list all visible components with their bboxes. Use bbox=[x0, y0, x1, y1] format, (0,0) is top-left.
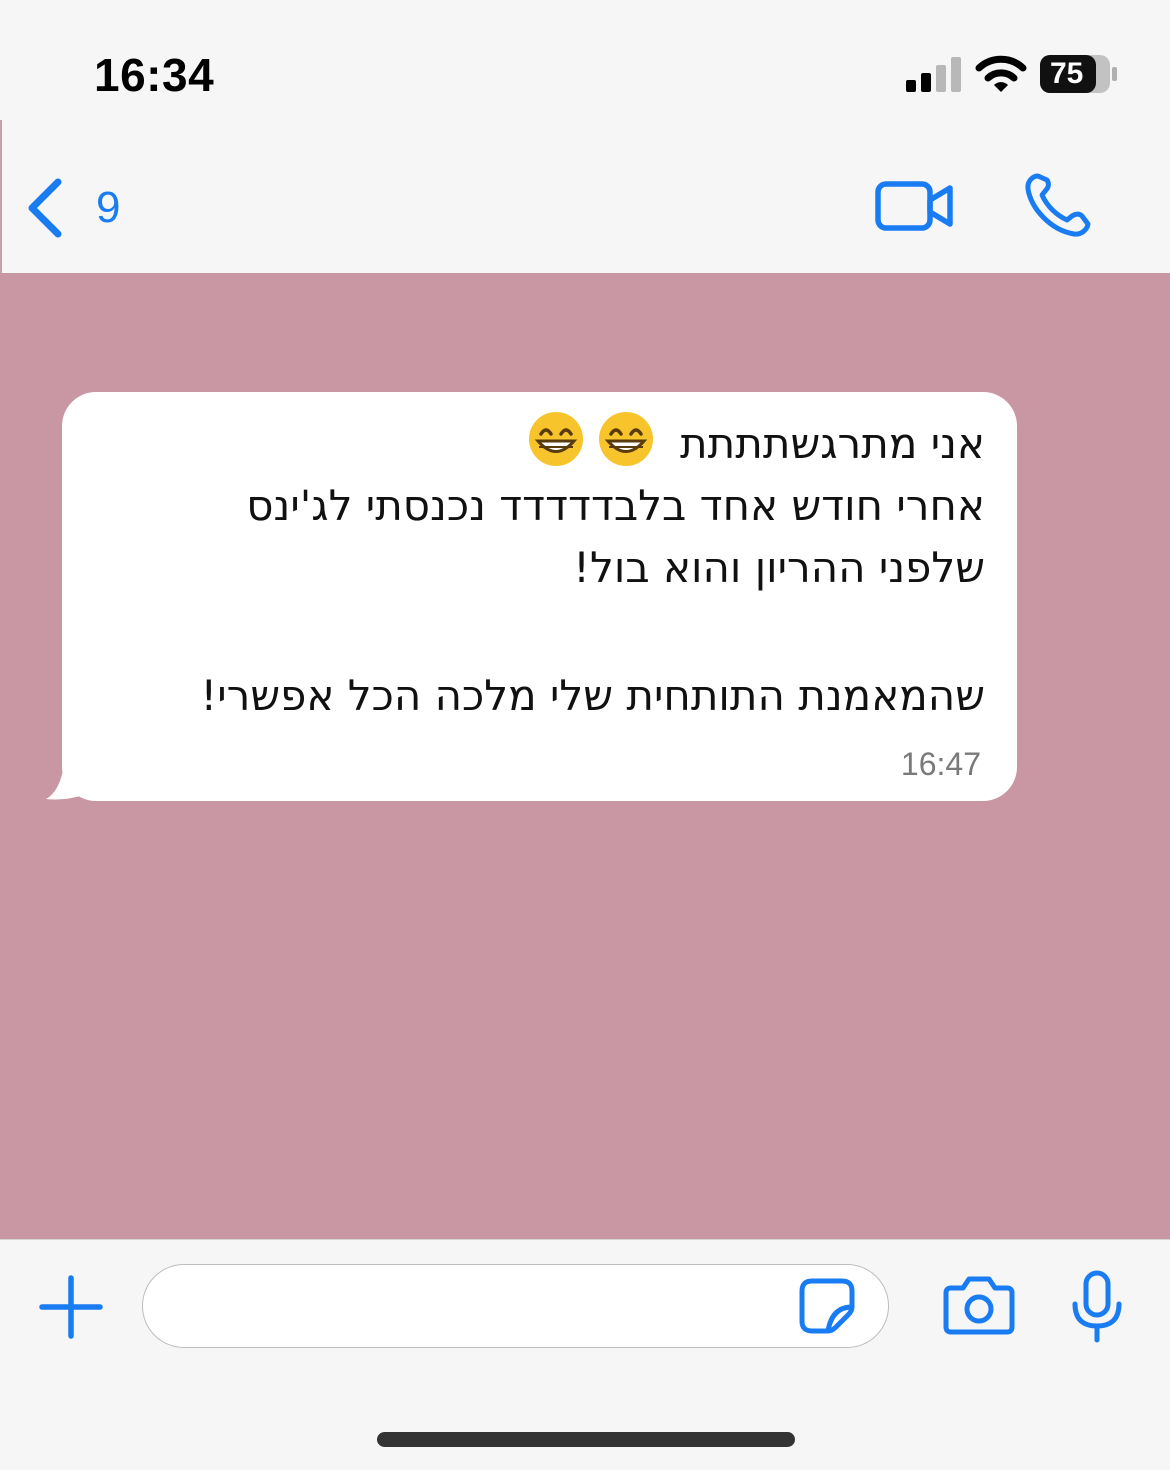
chevron-left-icon bbox=[28, 178, 62, 238]
message-bubble[interactable]: אני מתרגשתתתת אחרי חודש אחד בלבדדדדד נכנ… bbox=[62, 392, 1017, 801]
grinning-face-emoji bbox=[528, 412, 583, 466]
plus-icon[interactable] bbox=[38, 1274, 104, 1340]
unread-count: 9 bbox=[96, 183, 121, 232]
message-input[interactable] bbox=[142, 1264, 889, 1348]
battery-level: 75 bbox=[1050, 57, 1084, 90]
battery-icon: 75 bbox=[1040, 55, 1118, 93]
message-input-field[interactable] bbox=[167, 1265, 787, 1347]
message-text: אני מתרגשתתתת אחרי חודש אחד בלבדדדדד נכנ… bbox=[105, 410, 985, 727]
camera-icon[interactable] bbox=[943, 1274, 1015, 1336]
microphone-icon[interactable] bbox=[1070, 1270, 1124, 1344]
phone-icon[interactable] bbox=[1024, 172, 1094, 238]
signal-icon bbox=[906, 57, 961, 92]
message-line: אחרי חודש אחד בלבדדדדד נכנסתי לג'ינס bbox=[246, 481, 985, 530]
composer-bar bbox=[0, 1239, 1170, 1470]
message-line-text: אני מתרגשתתתת bbox=[680, 419, 985, 468]
message-line: אני מתרגשתתתת bbox=[105, 410, 985, 475]
message-timestamp: 16:47 bbox=[900, 746, 981, 782]
message-line: שהמאמנת התותחית שלי מלכה הכל אפשרי! bbox=[200, 671, 985, 720]
chat-header: 9 bbox=[0, 120, 1170, 273]
video-camera-icon[interactable] bbox=[874, 178, 956, 234]
back-button[interactable]: 9 bbox=[24, 176, 120, 240]
status-time: 16:34 bbox=[94, 49, 215, 101]
wifi-icon bbox=[975, 55, 1027, 92]
grinning-face-emoji bbox=[598, 412, 653, 466]
home-indicator bbox=[377, 1432, 795, 1447]
message-line: שלפני ההריון והוא בול! bbox=[573, 543, 985, 592]
status-bar: 16:34 75 bbox=[0, 0, 1170, 120]
chat-area: אני מתרגשתתתת אחרי חודש אחד בלבדדדדד נכנ… bbox=[0, 273, 1170, 1239]
sticker-icon[interactable] bbox=[798, 1277, 856, 1335]
